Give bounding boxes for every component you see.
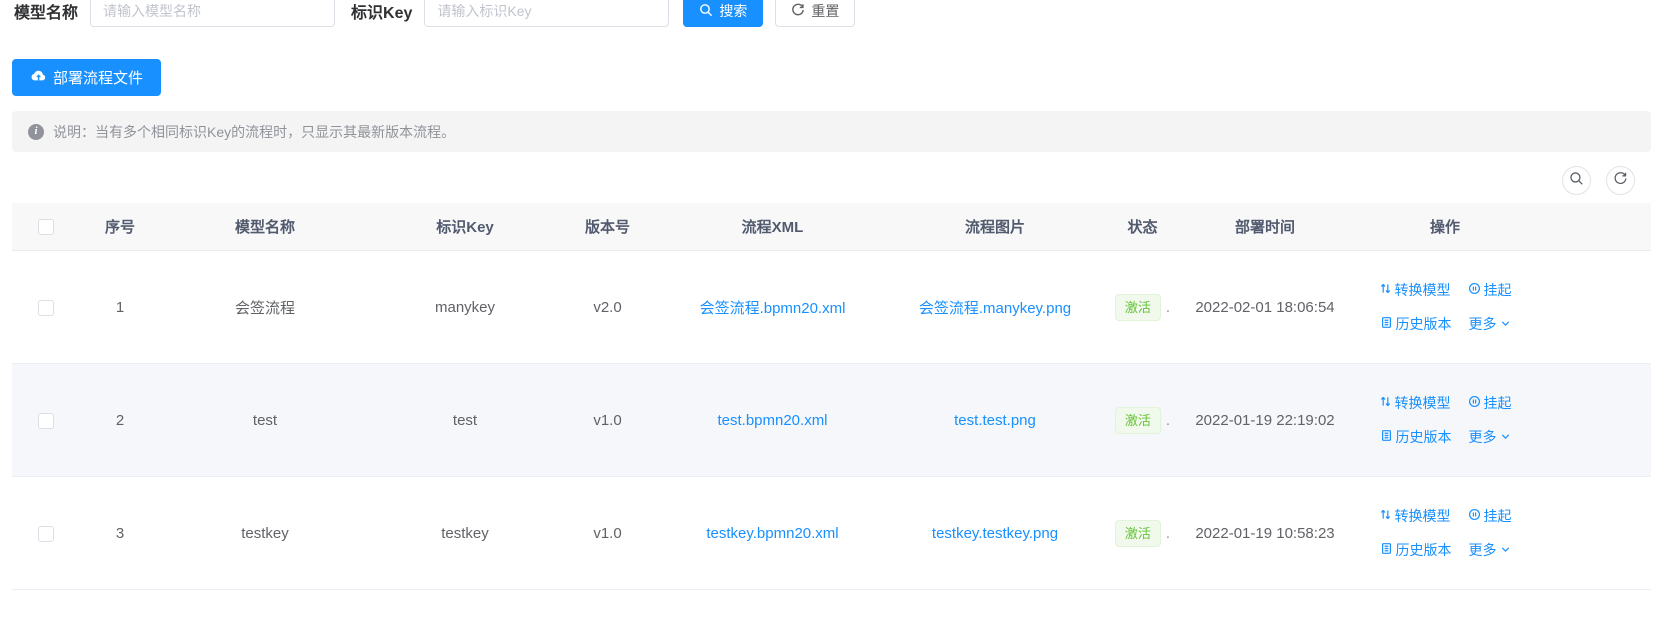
sort-arrows-icon: [1379, 395, 1392, 411]
more-dropdown[interactable]: 更多: [1469, 540, 1511, 560]
select-all-checkbox[interactable]: [38, 219, 54, 235]
status-badge: 激活: [1115, 407, 1161, 434]
more-dropdown[interactable]: 更多: [1469, 314, 1511, 334]
status-dot: .: [1166, 299, 1170, 316]
info-alert: i 说明：当有多个相同标识Key的流程时，只显示其最新版本流程。: [12, 111, 1651, 152]
process-table: 序号 模型名称 标识Key 版本号 流程XML 流程图片 状态 部署时间 操作 …: [12, 203, 1651, 590]
table-row: 3 testkey testkey v1.0 testkey.bpmn20.xm…: [12, 477, 1651, 590]
col-gutter: [1545, 203, 1651, 251]
cell-key: manykey: [370, 251, 560, 364]
history-version-button[interactable]: 历史版本: [1380, 427, 1452, 447]
deploy-process-file-button[interactable]: 部署流程文件: [12, 59, 161, 96]
cell-index: 2: [80, 364, 160, 477]
cell-model-name: 会签流程: [160, 251, 370, 364]
sort-arrows-icon: [1379, 508, 1392, 524]
search-button[interactable]: 搜索: [683, 0, 763, 27]
cell-deploy-time: 2022-02-01 18:06:54: [1185, 251, 1345, 364]
cell-model-name: test: [160, 364, 370, 477]
cell-version: v2.0: [560, 251, 655, 364]
image-link[interactable]: 会签流程.manykey.png: [919, 300, 1071, 317]
image-link[interactable]: test.test.png: [954, 412, 1036, 429]
row-checkbox[interactable]: [38, 300, 54, 316]
col-index: 序号: [80, 203, 160, 251]
col-status: 状态: [1100, 203, 1185, 251]
xml-link[interactable]: test.bpmn20.xml: [717, 412, 827, 429]
suspend-button[interactable]: 挂起: [1468, 280, 1512, 300]
col-version: 版本号: [560, 203, 655, 251]
upload-cloud-icon: [30, 68, 47, 87]
cell-version: v1.0: [560, 477, 655, 590]
col-model-name: 模型名称: [160, 203, 370, 251]
col-deploy-time: 部署时间: [1185, 203, 1345, 251]
history-version-button[interactable]: 历史版本: [1380, 314, 1452, 334]
image-link[interactable]: testkey.testkey.png: [932, 525, 1058, 542]
cell-version: v1.0: [560, 364, 655, 477]
cell-model-name: testkey: [160, 477, 370, 590]
chevron-down-icon: [1500, 429, 1511, 445]
cell-index: 3: [80, 477, 160, 590]
search-icon: [699, 3, 713, 20]
key-label: 标识Key: [351, 0, 412, 23]
convert-model-button[interactable]: 转换模型: [1379, 506, 1451, 526]
convert-model-button[interactable]: 转换模型: [1379, 280, 1451, 300]
document-icon: [1380, 429, 1393, 445]
table-header-row: 序号 模型名称 标识Key 版本号 流程XML 流程图片 状态 部署时间 操作: [12, 203, 1651, 251]
status-badge: 激活: [1115, 294, 1161, 321]
cell-key: test: [370, 364, 560, 477]
refresh-table-button[interactable]: [1606, 166, 1635, 195]
row-actions: 转换模型 挂起: [1349, 280, 1541, 334]
pause-circle-icon: [1468, 282, 1481, 298]
refresh-icon: [1613, 171, 1628, 191]
document-icon: [1380, 542, 1393, 558]
search-icon: [1569, 171, 1584, 191]
suspend-button[interactable]: 挂起: [1468, 393, 1512, 413]
pause-circle-icon: [1468, 395, 1481, 411]
col-key: 标识Key: [370, 203, 560, 251]
sort-arrows-icon: [1379, 282, 1392, 298]
status-dot: .: [1166, 412, 1170, 429]
alert-text: 说明：当有多个相同标识Key的流程时，只显示其最新版本流程。: [53, 122, 455, 142]
chevron-down-icon: [1500, 316, 1511, 332]
status-dot: .: [1166, 525, 1170, 542]
cell-index: 1: [80, 251, 160, 364]
row-checkbox[interactable]: [38, 413, 54, 429]
table-row: 2 test test v1.0 test.bpmn20.xml test.te…: [12, 364, 1651, 477]
col-image: 流程图片: [890, 203, 1100, 251]
reset-button[interactable]: 重置: [775, 0, 855, 27]
key-input[interactable]: [424, 0, 669, 27]
suspend-button[interactable]: 挂起: [1468, 506, 1512, 526]
search-form: 模型名称 标识Key 搜索 重置: [14, 0, 855, 27]
model-name-label: 模型名称: [14, 0, 78, 23]
col-xml: 流程XML: [655, 203, 890, 251]
table-row: 1 会签流程 manykey v2.0 会签流程.bpmn20.xml 会签流程…: [12, 251, 1651, 364]
xml-link[interactable]: 会签流程.bpmn20.xml: [700, 300, 846, 317]
cell-deploy-time: 2022-01-19 22:19:02: [1185, 364, 1345, 477]
row-actions: 转换模型 挂起: [1349, 393, 1541, 447]
pause-circle-icon: [1468, 508, 1481, 524]
refresh-icon: [791, 3, 805, 20]
cell-deploy-time: 2022-01-19 10:58:23: [1185, 477, 1345, 590]
show-search-button[interactable]: [1562, 166, 1591, 195]
document-icon: [1380, 316, 1393, 332]
model-name-input[interactable]: [90, 0, 335, 27]
info-icon: i: [28, 124, 44, 140]
xml-link[interactable]: testkey.bpmn20.xml: [706, 525, 838, 542]
more-dropdown[interactable]: 更多: [1469, 427, 1511, 447]
col-actions: 操作: [1345, 203, 1545, 251]
status-badge: 激活: [1115, 520, 1161, 547]
history-version-button[interactable]: 历史版本: [1380, 540, 1452, 560]
chevron-down-icon: [1500, 542, 1511, 558]
convert-model-button[interactable]: 转换模型: [1379, 393, 1451, 413]
row-checkbox[interactable]: [38, 526, 54, 542]
cell-key: testkey: [370, 477, 560, 590]
process-deploy-page: 模型名称 标识Key 搜索 重置: [0, 0, 1663, 621]
row-actions: 转换模型 挂起: [1349, 506, 1541, 560]
